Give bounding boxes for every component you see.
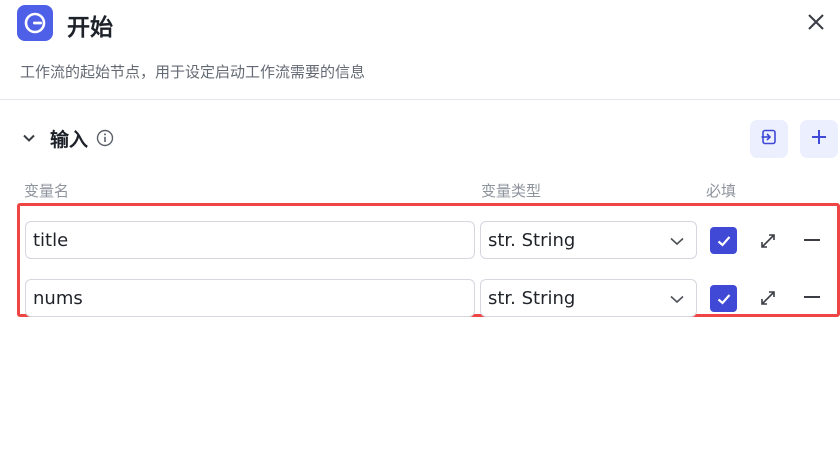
variable-type-value: str. String <box>488 229 576 251</box>
required-checkbox[interactable] <box>710 285 737 312</box>
input-section-header: 输入 <box>20 123 114 153</box>
node-header: 开始 工作流的起始节点，用于设定启动工作流需要的信息 <box>0 0 840 100</box>
page-title: 开始 <box>67 15 113 41</box>
import-icon <box>760 128 778 150</box>
variable-name-input[interactable]: title <box>25 221 475 259</box>
column-header-type: 变量类型 <box>481 182 542 200</box>
workflow-start-icon <box>17 5 53 41</box>
import-button[interactable] <box>750 120 788 158</box>
minus-icon <box>804 239 820 241</box>
plus-icon <box>810 128 828 150</box>
add-variable-button[interactable] <box>800 120 838 158</box>
minus-icon <box>804 296 820 298</box>
input-section-title: 输入 <box>50 128 89 151</box>
variable-type-select[interactable]: str. String <box>480 221 697 259</box>
variable-type-value: str. String <box>488 287 576 309</box>
column-header-required: 必填 <box>706 182 737 200</box>
required-checkbox[interactable] <box>710 227 737 254</box>
variable-name-input[interactable]: nums <box>25 279 475 317</box>
chevron-down-icon[interactable] <box>20 129 38 147</box>
chevron-down-icon <box>668 232 686 250</box>
close-icon[interactable] <box>804 10 828 34</box>
chevron-down-icon <box>668 290 686 308</box>
variable-type-select[interactable]: str. String <box>480 279 697 317</box>
remove-variable-button[interactable] <box>804 287 822 307</box>
info-icon[interactable] <box>96 129 114 147</box>
column-header-name: 变量名 <box>24 182 70 200</box>
remove-variable-button[interactable] <box>804 230 822 250</box>
node-description: 工作流的起始节点，用于设定启动工作流需要的信息 <box>20 63 366 81</box>
expand-icon[interactable] <box>758 288 778 308</box>
expand-icon[interactable] <box>758 231 778 251</box>
